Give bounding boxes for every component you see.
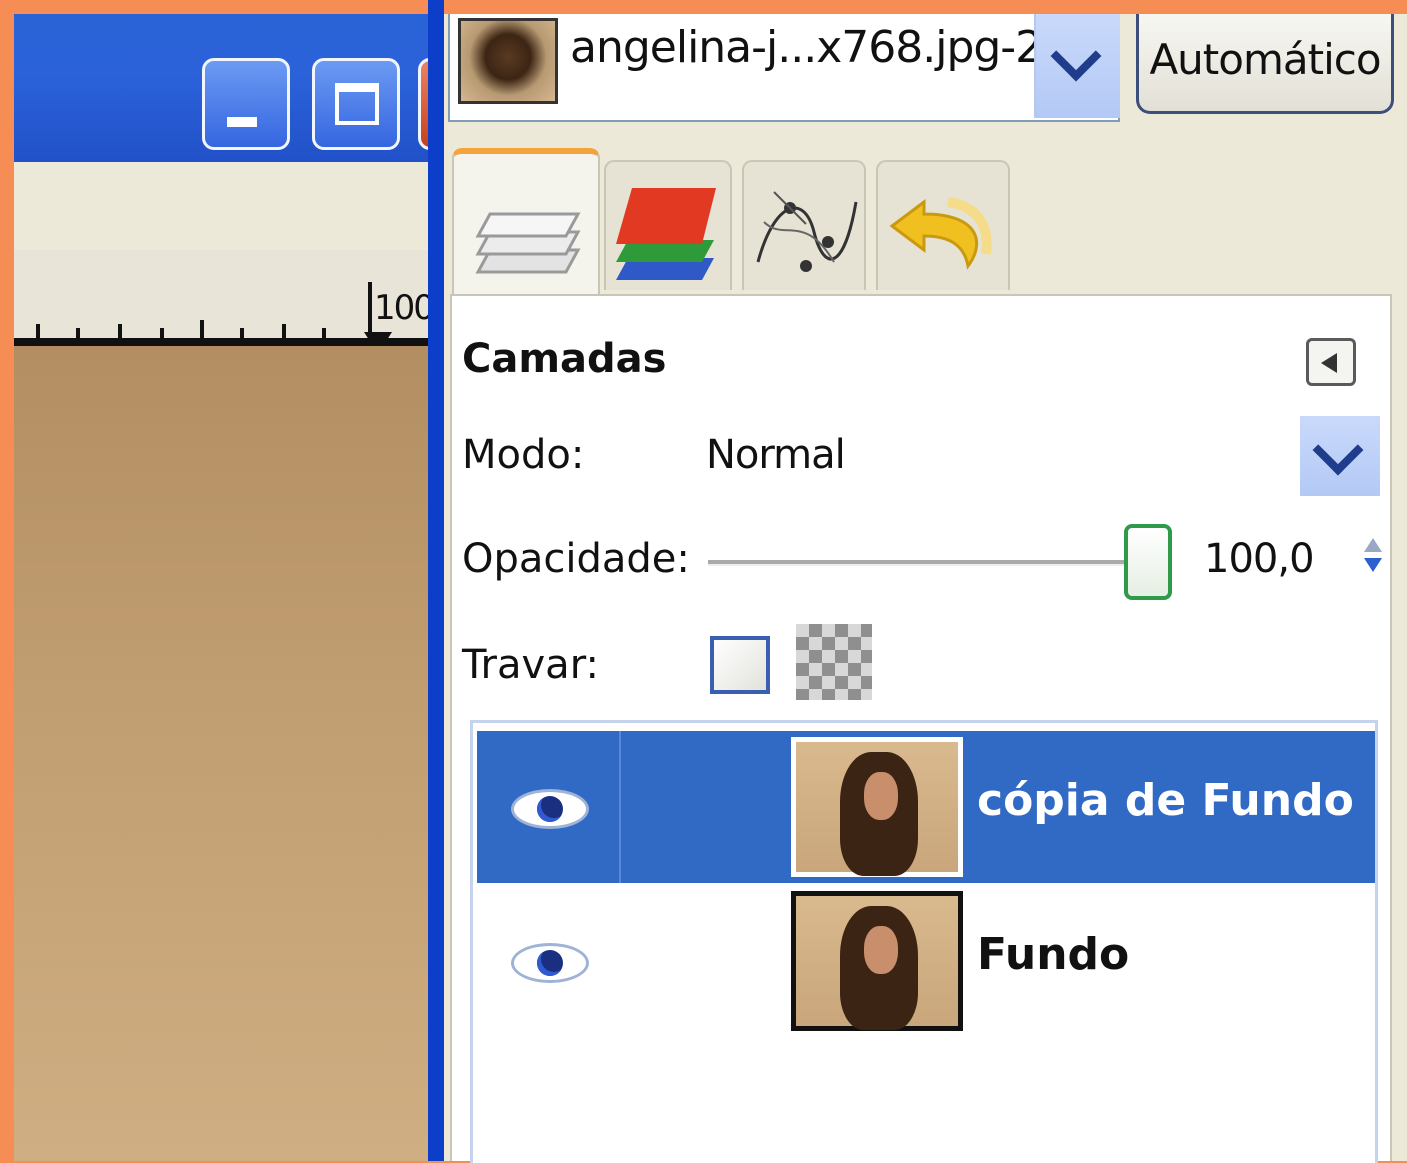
undo-icon xyxy=(889,197,992,270)
window-border xyxy=(428,0,444,1161)
visibility-toggle[interactable] xyxy=(477,731,621,883)
opacity-slider[interactable] xyxy=(708,560,1148,566)
maximize-icon xyxy=(335,83,379,125)
eye-icon xyxy=(511,943,589,983)
mode-dropdown-button[interactable] xyxy=(1300,416,1380,496)
ruler-label: 100 xyxy=(374,288,428,328)
ruler-tick xyxy=(76,328,80,338)
channels-icon xyxy=(616,188,716,280)
lock-alpha-checkerboard-icon[interactable] xyxy=(796,624,872,700)
layer-name[interactable]: Fundo xyxy=(977,929,1129,980)
lock-label: Travar: xyxy=(462,642,599,688)
spin-up-icon[interactable] xyxy=(1364,538,1382,552)
opacity-value[interactable]: 100,0 xyxy=(1204,536,1315,582)
auto-button[interactable]: Automático xyxy=(1136,14,1394,114)
maximize-button[interactable] xyxy=(312,58,400,150)
close-button[interactable] xyxy=(418,58,428,150)
minimize-button[interactable] xyxy=(202,58,290,150)
layer-row[interactable]: cópia de Fundo xyxy=(477,731,1375,883)
layer-thumbnail xyxy=(791,891,963,1031)
opacity-slider-handle[interactable] xyxy=(1124,524,1172,600)
lock-pixels-checkbox[interactable] xyxy=(710,636,770,694)
layer-thumbnail xyxy=(791,737,963,877)
image-name: angelina-j...x768.jpg-2 xyxy=(570,22,1043,73)
window-titlebar[interactable] xyxy=(14,14,428,162)
image-thumbnail xyxy=(458,18,558,104)
chevron-down-icon xyxy=(1312,424,1364,476)
layer-list: cópia de Fundo Fundo xyxy=(470,720,1378,1163)
panel-title: Camadas xyxy=(462,336,667,382)
visibility-toggle[interactable] xyxy=(477,885,621,1037)
ruler-tick xyxy=(200,320,204,338)
tab-paths[interactable] xyxy=(742,160,866,290)
chevron-down-icon xyxy=(1050,30,1102,82)
eye-icon xyxy=(511,789,589,829)
ruler-tick xyxy=(160,328,164,338)
horizontal-ruler[interactable]: 100 xyxy=(14,250,428,354)
image-window: 100 xyxy=(14,14,428,1161)
ruler-tick xyxy=(282,324,286,338)
image-selector[interactable]: angelina-j...x768.jpg-2 xyxy=(448,14,1120,122)
ruler-tick xyxy=(118,324,122,338)
tab-layers[interactable] xyxy=(452,148,600,298)
image-dropdown-button[interactable] xyxy=(1034,14,1120,118)
menu-bar xyxy=(14,162,428,250)
layers-panel: Camadas Modo: Normal Opacidade: 100,0 Tr… xyxy=(450,294,1392,1163)
minimize-icon xyxy=(227,117,257,127)
ruler-tick xyxy=(322,328,326,338)
ruler-tick xyxy=(368,282,372,338)
image-canvas[interactable] xyxy=(14,346,428,1161)
tab-channels[interactable] xyxy=(604,160,732,290)
layer-row[interactable]: Fundo xyxy=(477,885,1375,1037)
ruler-tick xyxy=(240,328,244,338)
panel-menu-button[interactable] xyxy=(1306,338,1356,386)
ruler-baseline xyxy=(14,338,428,346)
spin-down-icon[interactable] xyxy=(1364,558,1382,572)
paths-icon xyxy=(756,191,858,272)
layers-icon xyxy=(475,212,581,274)
layers-dock: angelina-j...x768.jpg-2 Automático Camad… xyxy=(444,14,1407,1163)
tab-undo-history[interactable] xyxy=(876,160,1010,290)
triangle-left-icon xyxy=(1321,353,1337,373)
mode-label: Modo: xyxy=(462,432,585,478)
layer-name[interactable]: cópia de Fundo xyxy=(977,775,1354,826)
mode-select[interactable]: Normal xyxy=(706,432,846,478)
opacity-label: Opacidade: xyxy=(462,536,690,582)
ruler-tick xyxy=(36,324,40,338)
